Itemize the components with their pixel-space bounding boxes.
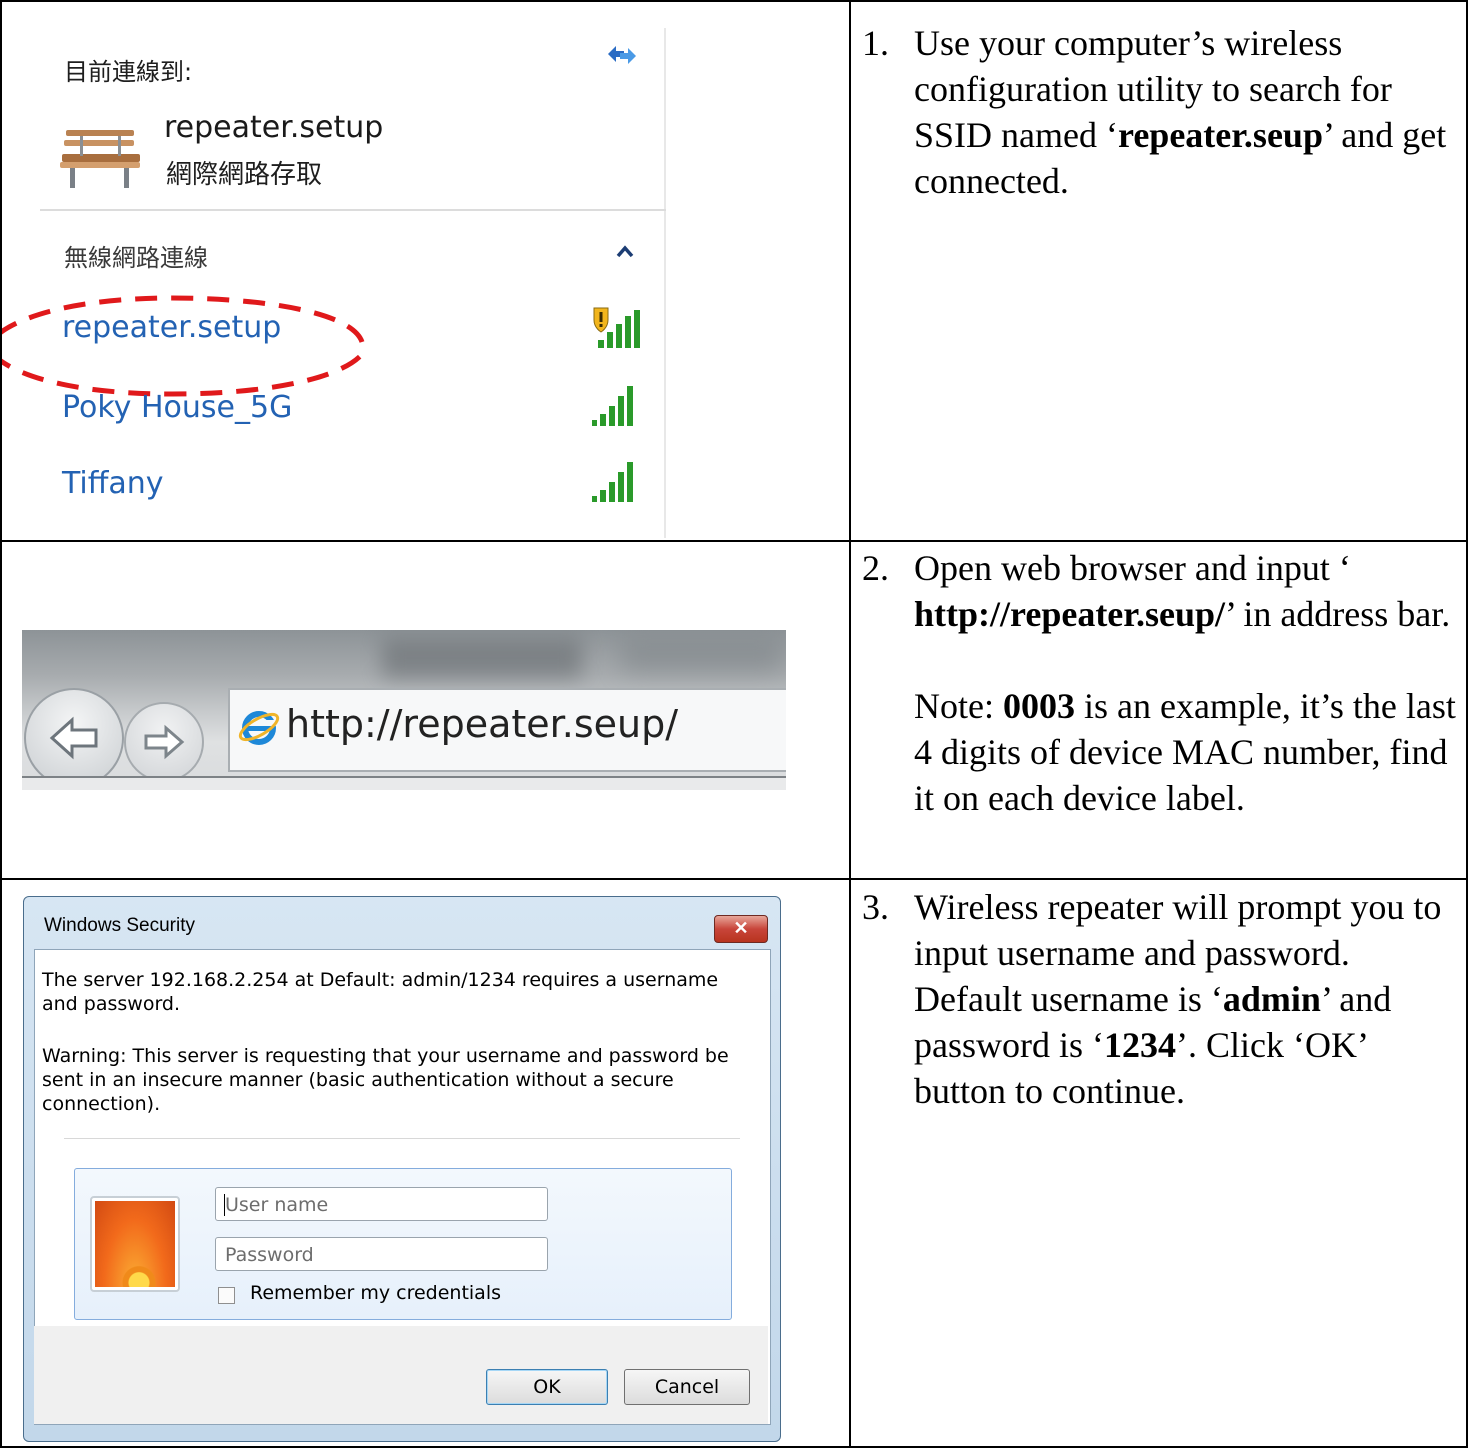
blurred-tab <box>622 636 782 672</box>
public-network-bench-icon <box>60 130 140 188</box>
table-column-divider <box>849 0 851 1446</box>
browser-toolbar-screenshot: http://repeater.seup/ <box>22 630 786 790</box>
step-number: 3. <box>862 887 889 927</box>
blurred-tab <box>382 638 582 678</box>
username-field[interactable]: User name <box>215 1187 548 1221</box>
username-bold: admin <box>1222 979 1321 1019</box>
ok-button[interactable]: OK <box>486 1369 608 1405</box>
network-item-repeater-setup[interactable]: repeater.setup <box>62 310 281 345</box>
address-url-text[interactable]: http://repeater.seup/ <box>286 702 678 746</box>
step-text-part: Open web browser and input ‘ <box>914 548 1351 588</box>
close-button[interactable]: ✕ <box>714 915 768 943</box>
dialog-title: Windows Security <box>44 915 195 936</box>
step-1: 1. Use your computer’s wireless configur… <box>862 20 1462 204</box>
current-network-name: repeater.setup <box>164 110 384 145</box>
dialog-divider <box>64 1138 740 1139</box>
ssid-bold: repeater.seup <box>1117 115 1323 155</box>
panel-edge <box>664 28 666 538</box>
highlight-dashed-ellipse <box>2 295 366 397</box>
dialog-warning: Warning: This server is requesting that … <box>42 1045 729 1115</box>
network-item-tiffany[interactable]: Tiffany <box>62 466 164 501</box>
note-prefix: Note: <box>914 686 1003 726</box>
step-note: Note: 0003 is an example, it’s the last … <box>914 683 1462 821</box>
step-text: Open web browser and input ‘ http://repe… <box>914 545 1462 637</box>
step-text: Use your computer’s wireless configurati… <box>914 20 1462 204</box>
currently-connected-label: 目前連線到: <box>64 58 193 86</box>
current-network-status: 網際網路存取 <box>166 160 323 190</box>
table-row-divider-1 <box>0 540 1468 542</box>
password-bold: 1234 <box>1103 1025 1176 1065</box>
arrow-left-icon <box>49 716 98 760</box>
text-caret <box>224 1194 225 1216</box>
password-field[interactable]: Password <box>215 1237 548 1271</box>
url-bold: http://repeater.seup/ <box>914 594 1225 634</box>
table-border-top <box>0 0 1468 2</box>
step-3: 3. Wireless repeater will prompt you to … <box>862 884 1462 1114</box>
signal-strength-icon <box>592 462 633 502</box>
divider <box>40 209 666 211</box>
flower-avatar-image <box>95 1201 175 1287</box>
chevron-up-icon[interactable] <box>616 244 634 258</box>
internet-explorer-icon <box>238 711 280 745</box>
step-2: 2. Open web browser and input ‘ http://r… <box>862 545 1462 821</box>
dialog-message: The server 192.168.2.254 at Default: adm… <box>42 969 719 1015</box>
arrow-right-icon <box>144 724 185 760</box>
step-number: 1. <box>862 23 889 63</box>
secured-signal-warning-icon <box>593 307 640 348</box>
wireless-section-label: 無線網路連線 <box>64 244 208 272</box>
back-button[interactable] <box>24 688 124 788</box>
toolbar-bottom-strip <box>22 776 786 790</box>
note-bold: 0003 <box>1002 686 1075 726</box>
step-text-part: ’ in address bar. <box>1225 594 1451 634</box>
step-text: Wireless repeater will prompt you to inp… <box>914 884 1462 1114</box>
wireless-network-panel: 目前連線到: repeater.setup 網際網路存取 無線網路連線 repe… <box>2 16 666 538</box>
step-number: 2. <box>862 548 889 588</box>
cancel-button[interactable]: Cancel <box>624 1369 750 1405</box>
signal-strength-icon <box>592 386 633 426</box>
network-item-poky-house[interactable]: Poky House_5G <box>62 390 292 425</box>
forward-button[interactable] <box>124 702 204 782</box>
remember-label: Remember my credentials <box>250 1282 502 1304</box>
table-row-divider-2 <box>0 878 1468 880</box>
refresh-connections-icon[interactable] <box>604 40 640 70</box>
user-avatar <box>90 1196 180 1292</box>
remember-checkbox[interactable] <box>218 1287 235 1304</box>
